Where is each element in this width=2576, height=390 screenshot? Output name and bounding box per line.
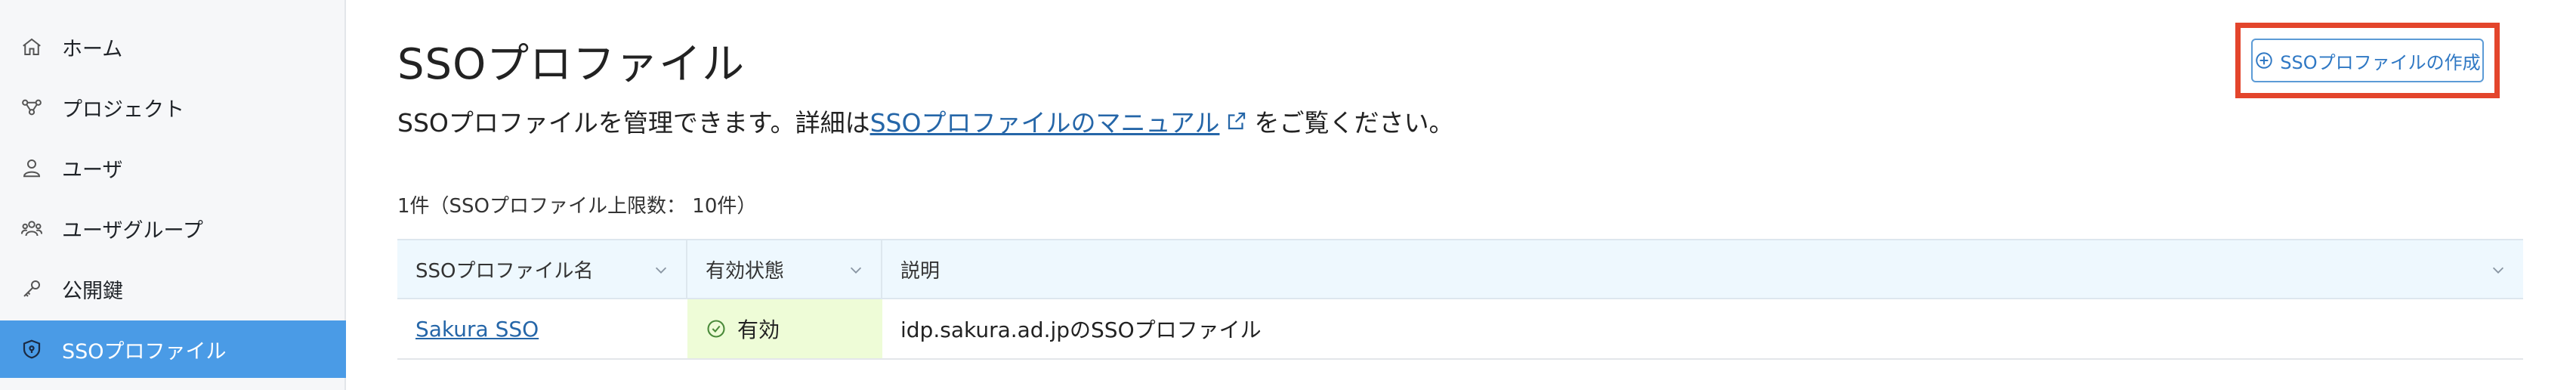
table-header: SSOプロファイル名 有効状態 説明 xyxy=(397,239,2523,299)
home-icon xyxy=(18,33,45,60)
sidebar-item-sso-profile[interactable]: SSOプロファイル xyxy=(0,320,346,378)
page-title: SSOプロファイル xyxy=(397,40,746,89)
cell-description: idp.sakura.ad.jpのSSOプロファイル xyxy=(900,317,1262,342)
column-header-label: SSOプロファイル名 xyxy=(415,259,594,283)
external-link-icon[interactable] xyxy=(1225,110,1248,132)
column-header-name[interactable]: SSOプロファイル名 xyxy=(397,240,687,298)
sidebar-item-user[interactable]: ユーザ xyxy=(0,139,346,197)
chevron-down-icon xyxy=(850,267,862,274)
sidebar-item-public-key[interactable]: 公開鍵 xyxy=(0,260,346,317)
chevron-down-icon xyxy=(2492,267,2504,274)
column-header-label: 有効状態 xyxy=(706,259,785,283)
profile-count: 1件（SSOプロファイル上限数： 10件） xyxy=(397,195,757,218)
column-header-label: 説明 xyxy=(900,259,941,283)
sidebar-item-user-group[interactable]: ユーザグループ xyxy=(0,200,346,257)
user-icon xyxy=(18,154,45,181)
project-icon xyxy=(18,94,45,121)
manual-link[interactable]: SSOプロファイルのマニュアル xyxy=(870,103,1220,139)
description-text: SSOプロファイルを管理できます。詳細は xyxy=(397,108,870,138)
status-label: 有効 xyxy=(737,317,780,342)
description-suffix: をご覧ください。 xyxy=(1254,108,1454,138)
plus-circle-icon xyxy=(2256,52,2273,69)
check-circle-icon xyxy=(707,320,725,338)
sidebar-item-label: ホーム xyxy=(62,37,123,61)
sidebar-item-home[interactable]: ホーム xyxy=(0,18,346,76)
cell-status: 有効 xyxy=(687,299,882,358)
column-header-status[interactable]: 有効状態 xyxy=(687,240,882,298)
sidebar-item-label: 公開鍵 xyxy=(62,279,123,303)
cell-name: Sakura SSO xyxy=(397,299,687,358)
profile-name-link[interactable]: Sakura SSO xyxy=(415,317,539,342)
create-button-label: SSOプロファイルの作成 xyxy=(2280,51,2481,73)
create-sso-profile-button[interactable]: SSOプロファイルの作成 xyxy=(2251,39,2484,82)
shield-icon xyxy=(18,336,45,363)
sidebar-item-label: プロジェクト xyxy=(62,98,184,122)
create-button-highlight: SSOプロファイルの作成 xyxy=(2235,23,2500,98)
page-description: SSOプロファイルを管理できます。詳細は SSOプロファイルのマニュアル をご覧… xyxy=(397,103,1453,139)
sso-profile-table: SSOプロファイル名 有効状態 説明 Sakura SSO 有効 idp.sak… xyxy=(397,239,2523,360)
chevron-down-icon xyxy=(655,267,667,274)
sidebar-item-label: ユーザ xyxy=(62,158,123,182)
sidebar-item-label: SSOプロファイル xyxy=(62,339,227,364)
sidebar: ホーム プロジェクト ユーザ ユーザグループ 公開鍵 SSOプロファイル xyxy=(0,0,346,390)
sidebar-item-project[interactable]: プロジェクト xyxy=(0,79,346,136)
table-row: Sakura SSO 有効 idp.sakura.ad.jpのSSOプロファイル xyxy=(397,299,2523,360)
main-content: SSOプロファイル SSOプロファイルを管理できます。詳細は SSOプロファイル… xyxy=(346,0,2576,390)
user-group-icon xyxy=(18,215,45,242)
key-icon xyxy=(18,275,45,302)
sidebar-item-label: ユーザグループ xyxy=(62,218,203,243)
column-header-description[interactable]: 説明 xyxy=(882,240,2523,298)
